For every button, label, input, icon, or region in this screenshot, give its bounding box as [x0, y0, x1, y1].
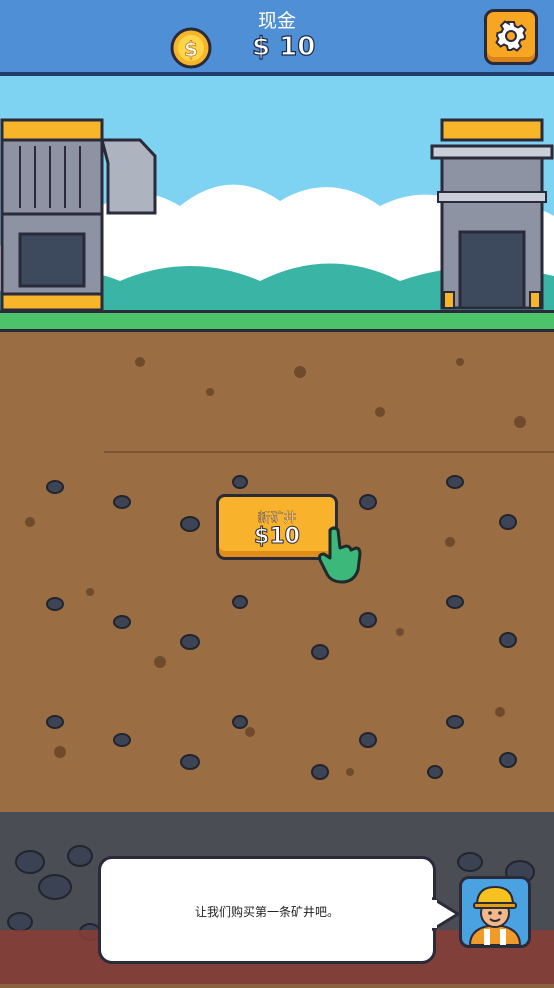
ore-rocks: [25, 357, 554, 780]
pointing-hand-icon: [318, 526, 362, 584]
dollar-coin-icon: $: [170, 27, 212, 69]
warehouse[interactable]: [430, 118, 554, 318]
dialog-message: 让我们购买第一条矿井吧。: [194, 905, 339, 919]
tutorial-dialog: 让我们购买第一条矿井吧。: [98, 856, 436, 964]
cash-label: 现金: [257, 10, 296, 32]
cash-amount: $ 10: [251, 31, 316, 62]
dialog-tail: [432, 896, 461, 932]
top-bar: 现金 $ $ 10: [0, 0, 554, 76]
gear-icon: [495, 20, 527, 52]
soil-layer: [0, 332, 554, 812]
miner-avatar-icon: [459, 876, 531, 948]
settings-button[interactable]: [484, 9, 538, 65]
svg-text:$: $: [184, 37, 198, 61]
grass-strip: [0, 310, 554, 332]
